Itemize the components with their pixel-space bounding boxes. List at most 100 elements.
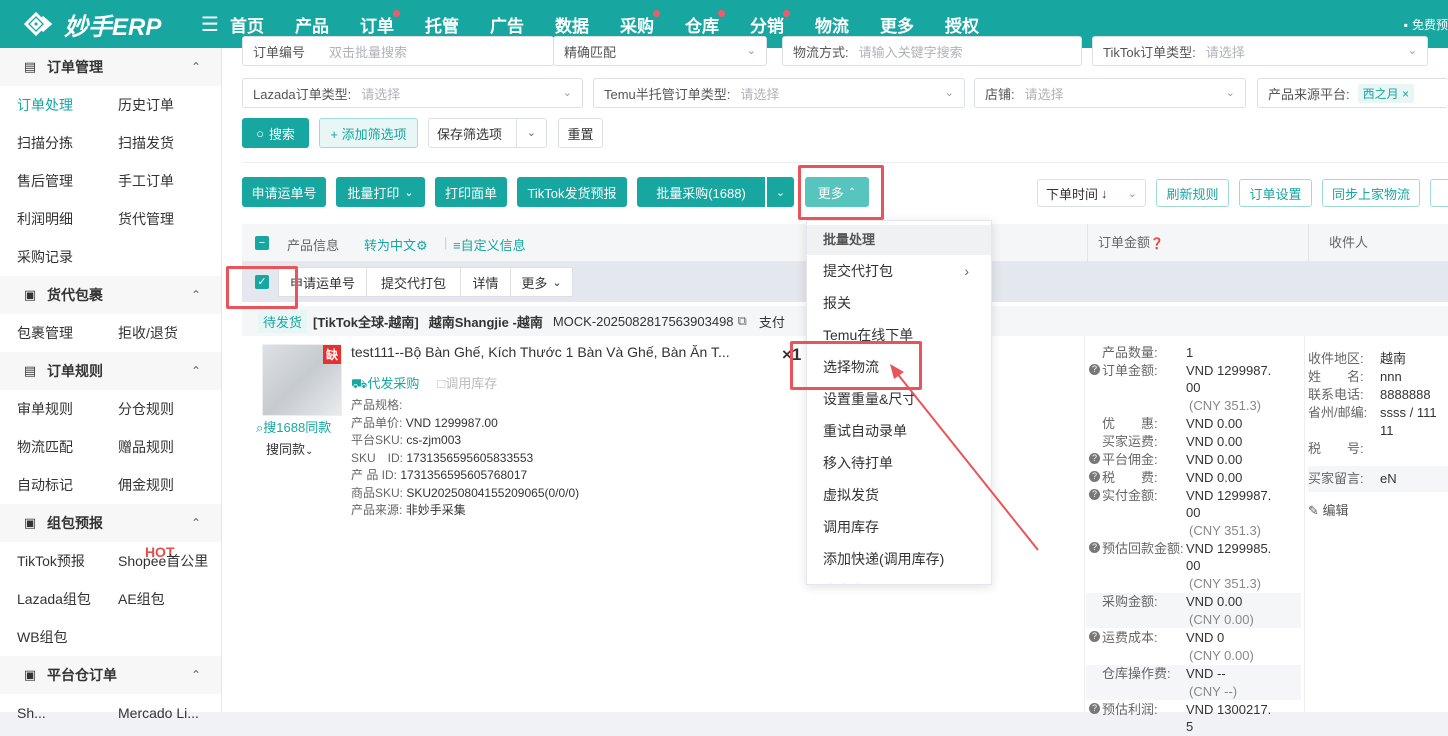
batch-print-button[interactable]: 批量打印 ⌄ — [336, 177, 425, 207]
tiktok-pre-button[interactable]: TikTok发货预报 — [517, 177, 627, 207]
match-mode-select[interactable]: 精确匹配 ⌄ — [553, 36, 767, 66]
sidebar-item[interactable]: AE组包 — [118, 589, 219, 609]
nav-item[interactable]: 仓库 — [685, 9, 725, 37]
detail-sub-button[interactable]: 详情 — [460, 267, 511, 297]
tiktok-type-select[interactable]: TikTok订单类型: 请选择 ⌄ — [1092, 36, 1428, 66]
apply-waybill-button[interactable]: 申请运单号 — [242, 177, 326, 207]
dropdown-item[interactable]: 提交代打包 › — [807, 255, 991, 287]
free-trial-link[interactable]: 免费预 — [1412, 16, 1448, 33]
export-button[interactable] — [1430, 179, 1448, 207]
select-all-checkbox[interactable]: − — [255, 236, 269, 250]
nav-item[interactable]: 采购 — [620, 9, 660, 37]
sidebar-group[interactable]: ▣ 组包预报 ⌃ — [0, 504, 221, 542]
order-id[interactable]: MOCK-2025082817563903498 — [553, 314, 734, 329]
use-stock-link[interactable]: □调用库存 — [437, 373, 497, 394]
dropdown-item[interactable]: 确定出库 — [807, 575, 991, 584]
nav-item[interactable]: 托管 — [425, 12, 459, 37]
temu-type-select[interactable]: Temu半托管订单类型: 请选择 ⌄ — [593, 78, 965, 108]
sidebar-item[interactable]: 审单规则 — [17, 399, 118, 419]
tag-close-icon[interactable]: × — [1402, 87, 1409, 101]
product-title[interactable]: test111--Bộ Bàn Ghế, Kích Thước 1 Bàn Và… — [351, 344, 730, 360]
batch-purchase-dropdown[interactable]: ⌄ — [767, 177, 794, 207]
dropdown-item[interactable]: 调用库存 — [807, 511, 991, 543]
dropdown-item[interactable]: 虚拟发货 — [807, 479, 991, 511]
nav-item[interactable]: 物流 — [815, 12, 849, 37]
sync-logistics-button[interactable]: 同步上家物流 — [1322, 179, 1420, 207]
logo[interactable]: 妙手ERP — [0, 7, 190, 42]
custom-info-link[interactable]: ≡自定义信息 — [453, 235, 526, 254]
refresh-rules-button[interactable]: 刷新规则 — [1156, 179, 1229, 207]
product-image[interactable]: 缺 — [262, 344, 342, 416]
sidebar-item[interactable]: 赠品规则 — [118, 437, 219, 457]
nav-item[interactable]: 产品 — [295, 12, 329, 37]
more-sub-button[interactable]: 更多 ⌄ — [510, 267, 573, 297]
sidebar-item[interactable]: Sh... — [17, 705, 118, 721]
help-icon[interactable]: ? — [1089, 703, 1100, 714]
dropdown-item[interactable]: 报关 — [807, 287, 991, 319]
help-icon[interactable]: ? — [1089, 631, 1100, 642]
lazada-type-select[interactable]: Lazada订单类型: 请选择 ⌄ — [242, 78, 583, 108]
shop-select[interactable]: 店铺: 请选择 ⌄ — [974, 78, 1246, 108]
sidebar-item[interactable]: 佣金规则 — [118, 475, 219, 495]
sidebar-group[interactable]: ▣ 平台仓订单 ⌃ — [0, 656, 221, 694]
batch-purchase-button[interactable]: 批量采购(1688) — [637, 177, 765, 207]
sidebar-item[interactable]: WB组包 — [17, 627, 118, 647]
sidebar-item[interactable]: 扫描发货 — [118, 133, 219, 153]
source-platform-select[interactable]: 产品来源平台: 西之月 × — [1257, 78, 1448, 108]
sidebar-item[interactable]: 订单处理 — [17, 95, 118, 115]
order-time-sort[interactable]: 下单时间 ↓ ⌄ — [1037, 179, 1146, 207]
help-icon[interactable]: ? — [1089, 471, 1100, 482]
sidebar-item[interactable]: 自动标记 — [17, 475, 118, 495]
sidebar-item[interactable]: 扫描分拣 — [17, 133, 118, 153]
dropship-purchase-link[interactable]: ⛟代发采购 — [351, 373, 419, 394]
sidebar-item[interactable]: Lazada组包 — [17, 589, 118, 609]
sidebar-group[interactable]: ▣ 货代包裹 ⌃ — [0, 276, 221, 314]
order-settings-button[interactable]: 订单设置 — [1239, 179, 1312, 207]
top-right-area[interactable]: ▪ 免费预 — [1404, 16, 1448, 33]
nav-item[interactable]: 授权 — [945, 12, 979, 37]
search-same-link[interactable]: 搜同款⌄ — [266, 439, 313, 458]
sidebar-item[interactable]: 手工订单 — [118, 171, 219, 191]
sidebar-item[interactable]: 拒收/退货 — [118, 323, 219, 343]
reset-button[interactable]: 重置 — [558, 118, 603, 148]
source-tag[interactable]: 西之月 × — [1357, 83, 1414, 103]
sidebar-item[interactable]: 售后管理 — [17, 171, 118, 191]
help-icon[interactable]: ? — [1089, 542, 1100, 553]
edit-link[interactable]: ✎ 编辑 — [1308, 502, 1448, 520]
sidebar-item[interactable]: 利润明细 — [17, 209, 118, 229]
sidebar-item[interactable]: 物流匹配 — [17, 437, 118, 457]
sidebar-item[interactable]: TikTok预报HOT — [17, 544, 175, 571]
add-filter-button[interactable]: + 添加筛选项 — [319, 118, 418, 148]
sidebar-group[interactable]: ▤ 订单规则 ⌃ — [0, 352, 221, 390]
sidebar-item[interactable]: Mercado Li... — [118, 705, 219, 721]
nav-item[interactable]: 更多 — [880, 12, 914, 37]
sidebar-item[interactable]: 包裹管理 — [17, 323, 118, 343]
nav-item[interactable]: 首页 — [230, 12, 264, 37]
search-button[interactable]: ○ 搜索 — [242, 118, 309, 148]
sidebar-item[interactable]: 采购记录 — [17, 247, 118, 267]
sidebar-item[interactable]: 货代管理 — [118, 209, 219, 229]
save-filter-select[interactable]: 保存筛选项 ⌄ — [428, 118, 547, 148]
help-icon[interactable]: ? — [1089, 364, 1100, 375]
print-sheet-button[interactable]: 打印面单 — [435, 177, 507, 207]
sidebar-item[interactable]: 历史订单 — [118, 95, 219, 115]
nav-item[interactable]: 广告 — [490, 12, 524, 37]
submit-pack-sub-button[interactable]: 提交代打包 — [366, 267, 461, 297]
menu-toggle-icon[interactable]: ☰ — [190, 12, 230, 37]
dropdown-item[interactable]: 移入待打单 — [807, 447, 991, 479]
search-1688-link[interactable]: ⌕搜1688同款 — [256, 417, 331, 436]
order-no-field[interactable]: 订单编号 双击批量搜索 — [242, 36, 554, 66]
dropdown-item[interactable]: 添加快递(调用库存) — [807, 543, 991, 575]
logistics-field[interactable]: 物流方式: 请输入关键字搜索 — [782, 36, 1082, 66]
nav-item[interactable]: 订单 — [360, 9, 400, 37]
help-icon[interactable]: ? — [1089, 453, 1100, 464]
sidebar-item[interactable]: 分仓规则 — [118, 399, 219, 419]
to-chinese-link[interactable]: 转为中文⚙ — [364, 235, 428, 254]
sidebar-item[interactable]: Shopee首公里 — [118, 551, 219, 571]
dropdown-item[interactable]: 重试自动录单 — [807, 415, 991, 447]
help-icon[interactable]: ? — [1089, 489, 1100, 500]
nav-item[interactable]: 数据 — [555, 12, 589, 37]
nav-item[interactable]: 分销 — [750, 9, 790, 37]
copy-icon[interactable]: ⧉ — [738, 313, 747, 329]
sidebar-group[interactable]: ▤ 订单管理 ⌃ — [0, 48, 221, 86]
